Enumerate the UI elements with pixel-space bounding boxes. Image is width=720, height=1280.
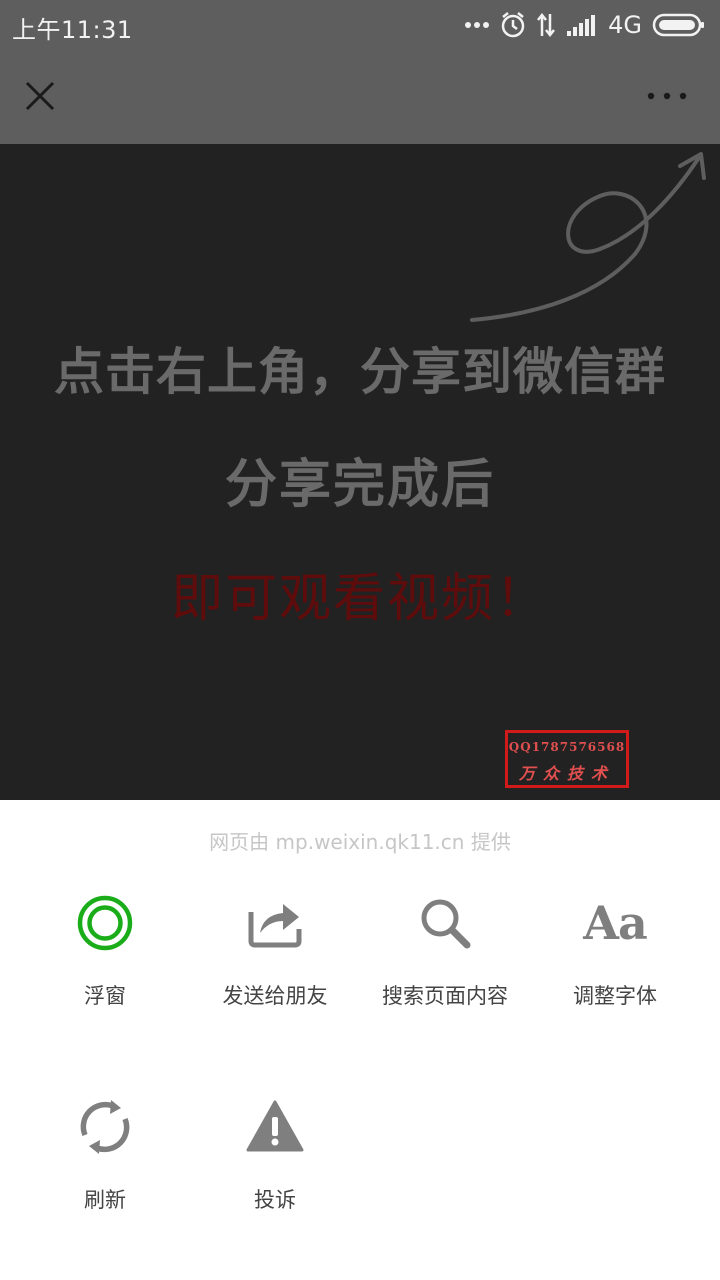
action-label: 浮窗 [84, 984, 126, 1008]
instruction-line1: 点击右上角，分享到微信群 [54, 343, 666, 401]
font-icon: Aa [583, 896, 647, 950]
instruction-line2: 分享完成后 [224, 455, 495, 515]
signal-icon [567, 15, 596, 36]
data-transfer-icon [537, 12, 556, 38]
action-label: 投诉 [254, 1188, 296, 1212]
status-time: 上午11:31 [12, 16, 133, 44]
action-sheet: 网页由 mp.weixin.qk11.cn 提供 浮窗 发送给朋友 搜索页面内容… [0, 800, 720, 1280]
status-icons: 4G [464, 8, 706, 42]
more-icon [647, 92, 687, 100]
watermark-stamp: QQ1787576568 万众技术 [505, 730, 629, 788]
share-icon [240, 888, 310, 958]
title-bar [0, 50, 720, 144]
refresh-icon [70, 1092, 140, 1162]
action-label: 调整字体 [573, 984, 657, 1008]
notification-dots-icon [465, 22, 490, 28]
warning-icon [240, 1092, 310, 1162]
action-complain[interactable]: 投诉 [185, 1092, 365, 1214]
web-content: 点击右上角，分享到微信群 分享完成后 即可观看视频！ QQ1787576568 … [0, 144, 720, 800]
action-send-to-friend[interactable]: 发送给朋友 [185, 888, 365, 1010]
action-label: 刷新 [84, 1188, 126, 1212]
action-refresh[interactable]: 刷新 [15, 1092, 195, 1214]
float-window-icon [70, 888, 140, 958]
action-label: 发送给朋友 [222, 984, 328, 1008]
more-button[interactable] [642, 76, 692, 116]
arrow-graphic [470, 152, 706, 322]
instruction-line3: 即可观看视频！ [170, 569, 549, 629]
alarm-icon [501, 12, 525, 38]
close-icon [25, 81, 55, 111]
action-float-window[interactable]: 浮窗 [15, 888, 195, 1010]
search-icon [410, 888, 480, 958]
status-bar: 上午11:31 4G [0, 0, 720, 50]
action-adjust-font[interactable]: Aa 调整字体 [525, 888, 705, 1010]
provider-text: 网页由 mp.weixin.qk11.cn 提供 [209, 830, 511, 854]
action-label: 搜索页面内容 [382, 984, 508, 1008]
watermark-qq: QQ1787576568 [508, 740, 626, 754]
action-search-page[interactable]: 搜索页面内容 [355, 888, 535, 1010]
network-type: 4G [608, 11, 642, 39]
watermark-name: 万众技术 [518, 764, 615, 783]
battery-icon [652, 13, 704, 37]
close-button[interactable] [20, 76, 60, 116]
